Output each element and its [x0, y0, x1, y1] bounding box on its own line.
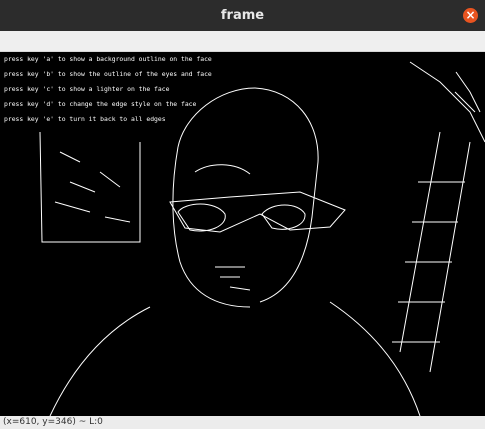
status-bar: (x=610, y=346) ~ L:0: [0, 416, 485, 429]
toolbar: [0, 31, 485, 52]
instruction-line: press key 'a' to show a background outli…: [4, 55, 212, 63]
window-title: frame: [220, 8, 265, 23]
close-icon: ×: [465, 8, 476, 22]
cursor-readout: (x=610, y=346) ~ L:0: [3, 417, 103, 427]
image-canvas[interactable]: press key 'a' to show a background outli…: [0, 52, 485, 416]
instruction-line: press key 'c' to show a lighter on the f…: [4, 85, 170, 93]
title-bar: frame ×: [0, 0, 485, 31]
instruction-line: press key 'b' to show the outline of the…: [4, 70, 212, 78]
app-window: frame × press key 'a' to show a backgrou…: [0, 0, 485, 429]
instruction-line: press key 'd' to change the edge style o…: [4, 100, 197, 108]
close-button[interactable]: ×: [463, 8, 478, 23]
instruction-line: press key 'e' to turn it back to all edg…: [4, 115, 166, 123]
instructions-overlay: press key 'a' to show a background outli…: [4, 52, 212, 126]
